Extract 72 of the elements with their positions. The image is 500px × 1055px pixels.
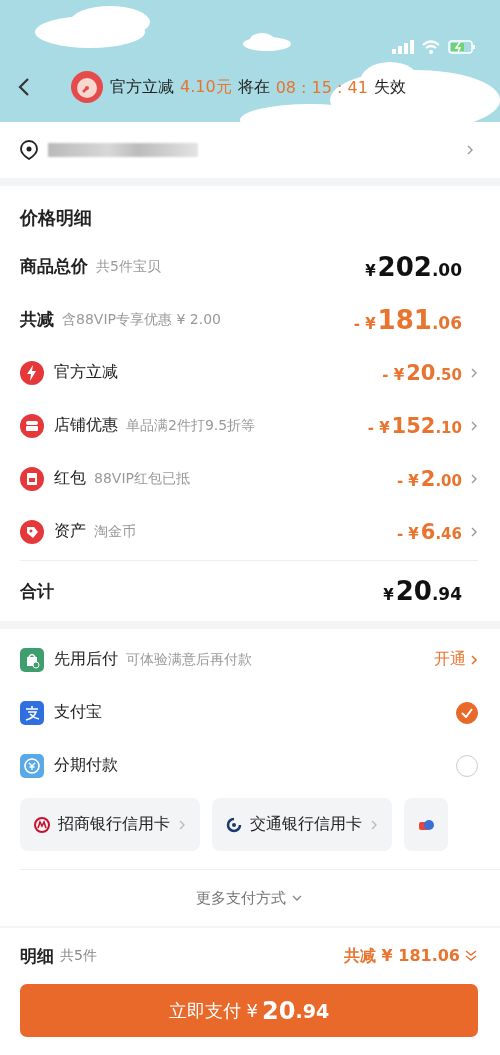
payment-method-row[interactable]: 分期付款 [20, 739, 478, 792]
wifi-icon [422, 40, 440, 54]
chevron-right-icon [470, 366, 478, 379]
promo-text: 失效 [373, 76, 406, 98]
signal-icon [392, 40, 414, 54]
price-amount: ¥202.00 [365, 251, 462, 282]
radio-button[interactable] [456, 701, 478, 724]
bank-logo-icon [226, 816, 242, 833]
method-label: 支付宝 [54, 702, 102, 723]
discount-row[interactable]: 资产 淘金币 - ¥6.46 [20, 505, 478, 558]
shopping-bag-icon [20, 647, 44, 672]
countdown-timer: 08 : 15 : 41 [275, 77, 368, 97]
row-note: 88VIP红包已抵 [94, 469, 190, 488]
row-label: 店铺优惠 [54, 415, 118, 436]
card-label: 招商银行信用卡 [58, 814, 170, 835]
item-count: 共5件 [60, 947, 97, 965]
row-note: 淘金币 [94, 522, 136, 541]
bank-card-option[interactable]: 招商银行信用卡 [20, 798, 200, 851]
chevron-right-icon [466, 144, 474, 156]
bank-card-option[interactable] [404, 798, 448, 851]
shop-icon [20, 413, 44, 438]
total-label: 合计 [20, 579, 54, 603]
more-payment-methods-button[interactable]: 更多支付方式 [190, 870, 308, 926]
back-icon [18, 77, 30, 97]
row-label: 官方立减 [54, 362, 118, 383]
detail-label: 明细 [20, 944, 54, 968]
alipay-icon [20, 700, 44, 725]
payment-method-row[interactable]: 支付宝 [20, 686, 478, 739]
chevron-right-icon [470, 653, 478, 666]
price-amount: - ¥152.10 [367, 413, 462, 438]
bank-card-option[interactable]: 交通银行信用卡 [212, 798, 392, 851]
stopwatch-icon [70, 70, 104, 104]
location-pin-icon [20, 140, 38, 160]
cloud-drawing [243, 33, 291, 51]
row-label: 共减 [20, 308, 54, 331]
row-label: 商品总价 [20, 255, 88, 278]
row-note: 共5件宝贝 [96, 257, 161, 276]
chevron-right-icon [370, 818, 378, 831]
method-label: 分期付款 [54, 755, 118, 776]
row-note: 含88VIP专享优惠 ¥ 2.00 [62, 310, 221, 329]
payment-method-row[interactable]: 先用后付 可体验满意后再付款 开通 [20, 633, 478, 686]
price-amount: - ¥181.06 [353, 304, 462, 335]
gift-envelope-icon [20, 466, 44, 491]
discount-amount: 4.10元 [180, 76, 232, 98]
row-label: 红包 [54, 468, 86, 489]
card-label: 交通银行信用卡 [250, 814, 362, 835]
chevron-right-icon [470, 472, 478, 485]
price-amount: - ¥2.00 [396, 466, 462, 491]
bank-logo-icon [34, 816, 50, 833]
total-amount: ¥20.94 [383, 576, 462, 606]
row-note: 单品满2件打9.5折等 [126, 416, 256, 435]
price-amount: - ¥6.46 [396, 519, 462, 544]
installment-icon [20, 753, 44, 778]
method-label: 先用后付 [54, 649, 118, 670]
double-chevron-down-icon [464, 949, 478, 963]
row-label: 资产 [54, 521, 86, 542]
lightning-icon [20, 360, 44, 385]
chevron-right-icon [470, 419, 478, 432]
promo-text: 将在 [237, 76, 270, 98]
chevron-right-icon [470, 525, 478, 538]
promo-label: 官方立减 [110, 76, 174, 98]
check-icon [461, 707, 473, 718]
battery-icon [448, 40, 476, 54]
method-note: 可体验满意后再付款 [126, 650, 252, 669]
discount-row[interactable]: 官方立减 - ¥20.50 [20, 346, 478, 399]
section-title: 价格明细 [20, 206, 93, 230]
discount-row[interactable]: 红包 88VIP红包已抵 - ¥2.00 [20, 452, 478, 505]
tag-icon [20, 519, 44, 544]
chevron-right-icon [178, 818, 186, 831]
chevron-down-icon [292, 894, 302, 902]
discount-row[interactable]: 店铺优惠 单品满2件打9.5折等 - ¥152.10 [20, 399, 478, 452]
price-amount: - ¥20.50 [382, 360, 462, 385]
